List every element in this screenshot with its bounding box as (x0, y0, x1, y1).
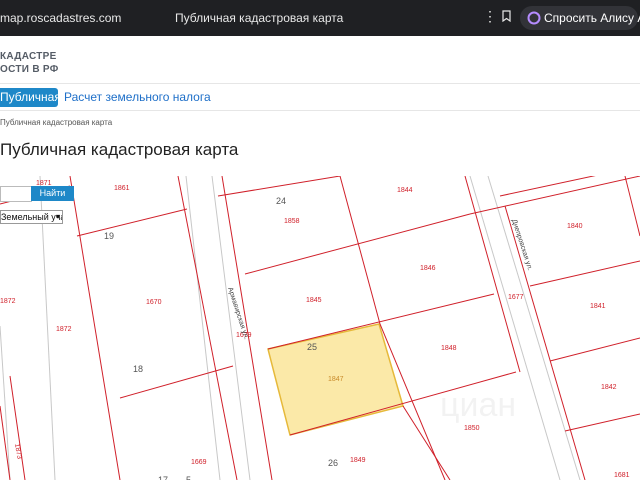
nav-divider (0, 110, 640, 111)
plot-label: 1849 (350, 457, 366, 464)
address-bar-url[interactable]: map.roscadastres.com (0, 11, 121, 25)
object-type-value: Земельный участок (1, 212, 62, 222)
tab-land-tax[interactable]: Расчет земельного налога (64, 90, 211, 104)
more-dots-icon[interactable]: ⋮ (483, 8, 497, 25)
block-label: 26 (328, 458, 338, 468)
plot-label: 1669 (191, 459, 207, 466)
plot-label: 1681 (614, 472, 630, 479)
plot-label: 1844 (397, 187, 413, 194)
alice-icon (527, 11, 541, 25)
map-watermark: циан (440, 386, 516, 424)
block-label: 18 (133, 364, 143, 374)
parcel-boundaries (0, 176, 640, 480)
search-input[interactable] (0, 186, 32, 202)
ask-alice-label: Спросить Алису AI (544, 11, 640, 25)
block-label: 19 (104, 231, 114, 241)
breadcrumb-item[interactable]: Публичная кадастровая карта (0, 118, 112, 127)
map-canvas[interactable]: циан 1871 1861 1844 1858 1840 1846 1872 … (0, 176, 640, 480)
object-type-select[interactable]: Земельный участок ▾ (0, 210, 63, 224)
plot-label: 1872 (0, 298, 16, 305)
page-title: Публичная кадастровая карта (0, 140, 239, 159)
block-label: 25 (307, 342, 317, 352)
plot-label: 1670 (146, 299, 162, 306)
browser-toolbar: map.roscadastres.com Публичная кадастров… (0, 0, 640, 36)
plot-label: 1841 (590, 303, 606, 310)
logo-line-1: КАДАСТРЕ (0, 51, 57, 62)
breadcrumb: Публичная кадастровая карта (0, 118, 112, 127)
plot-label: 1840 (567, 223, 583, 230)
plot-labels: 1871 1861 1844 1858 1840 1846 1872 1670 … (0, 180, 630, 479)
plot-label: 1848 (441, 345, 457, 352)
plot-label: 1845 (306, 297, 322, 304)
block-label: 5 (186, 475, 191, 480)
plot-label: 1873 (13, 443, 23, 460)
tab-cadastral-map-label: Публичная кадастровая карта (0, 90, 58, 104)
search-button[interactable]: Найти (31, 186, 74, 201)
plot-label: 1847 (328, 376, 344, 383)
block-label: 17 (158, 475, 168, 480)
plot-label: 1861 (114, 185, 130, 192)
plot-label: 1858 (284, 218, 300, 225)
block-label: 24 (276, 196, 286, 206)
block-labels: 24 19 25 18 26 17 5 (104, 196, 338, 480)
bookmark-icon[interactable] (502, 10, 511, 22)
plot-label: 1872 (56, 326, 72, 333)
tab-cadastral-map[interactable]: Публичная кадастровая карта (0, 88, 58, 107)
plot-label: 1846 (420, 265, 436, 272)
ask-alice-button[interactable]: Спросить Алису AI (520, 6, 640, 30)
plot-label: 1677 (508, 294, 524, 301)
plot-label: 1842 (601, 384, 617, 391)
header-divider (0, 83, 640, 84)
cadastral-map[interactable]: циан 1871 1861 1844 1858 1840 1846 1872 … (0, 176, 640, 480)
chevron-down-icon: ▾ (55, 212, 60, 221)
logo-line-2: ОСТИ В РФ (0, 64, 59, 75)
page-tab-title: Публичная кадастровая карта (175, 11, 344, 25)
plot-label: 1850 (464, 425, 480, 432)
site-logo[interactable]: КАДАСТРЕ ОСТИ В РФ (0, 50, 59, 76)
